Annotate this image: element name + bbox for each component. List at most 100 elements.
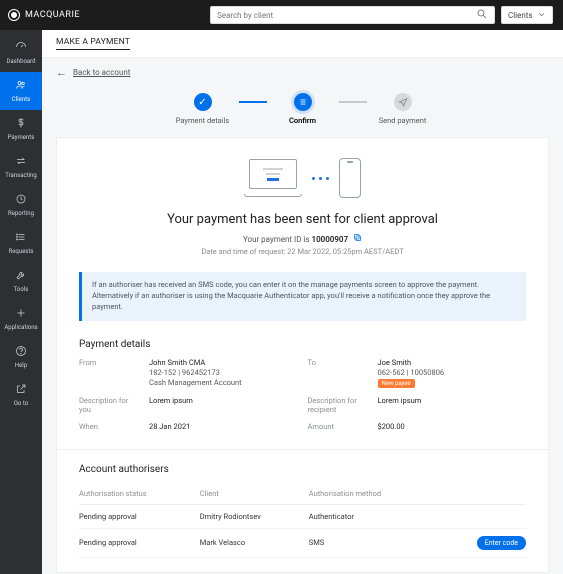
sidebar: Dashboard Clients Payments Transacting R… bbox=[0, 30, 42, 574]
search-input[interactable] bbox=[217, 11, 476, 20]
sidebar-item-label: Applications bbox=[4, 324, 37, 331]
back-link[interactable]: Back to account bbox=[73, 68, 130, 77]
from-account: 182-152 | 962452173 bbox=[149, 368, 298, 377]
brand-text: MACQUARIE bbox=[25, 10, 80, 20]
gauge-icon bbox=[15, 41, 27, 55]
step-confirm: Confirm bbox=[267, 93, 339, 125]
chevron-down-icon bbox=[537, 10, 546, 21]
label-amount: Amount bbox=[308, 422, 368, 431]
payment-id-line: Your payment ID is 10000907 bbox=[79, 233, 526, 244]
label-desc-you: Description for you bbox=[79, 396, 139, 414]
title-bar: MAKE A PAYMENT bbox=[42, 30, 563, 58]
payment-id: 10000907 bbox=[312, 235, 349, 244]
clock-icon bbox=[15, 193, 27, 207]
from-name: John Smith CMA bbox=[149, 358, 298, 367]
sidebar-item-goto[interactable]: Go to bbox=[0, 376, 42, 414]
details-title: Payment details bbox=[79, 339, 526, 350]
cell-method: Authenticator bbox=[309, 504, 438, 528]
to-name: Joe Smith bbox=[378, 358, 527, 367]
step-connector bbox=[239, 101, 267, 103]
sidebar-item-requests[interactable]: Requests bbox=[0, 224, 42, 262]
list-icon bbox=[294, 93, 312, 111]
dots-icon bbox=[312, 177, 329, 180]
sidebar-item-label: Payments bbox=[8, 134, 35, 141]
external-icon bbox=[15, 383, 27, 397]
people-icon bbox=[15, 79, 27, 93]
brand-logo: MACQUARIE bbox=[8, 9, 80, 21]
back-row: ← Back to account bbox=[42, 58, 563, 83]
top-bar: MACQUARIE Clients bbox=[0, 0, 563, 30]
value-desc-you: Lorem ipsum bbox=[149, 396, 298, 414]
step-label: Send payment bbox=[379, 116, 427, 125]
arrow-left-icon[interactable]: ← bbox=[56, 66, 67, 79]
send-icon bbox=[394, 93, 412, 111]
confirm-card: Your payment has been sent for client ap… bbox=[56, 137, 549, 573]
new-payee-badge: New payee bbox=[378, 379, 415, 388]
sidebar-item-label: Reporting bbox=[8, 210, 34, 217]
sidebar-item-label: Tools bbox=[14, 286, 29, 293]
step-label: Payment details bbox=[176, 116, 230, 125]
cell-action: Enter code bbox=[438, 528, 526, 557]
sidebar-item-payments[interactable]: Payments bbox=[0, 110, 42, 148]
sidebar-item-reporting[interactable]: Reporting bbox=[0, 186, 42, 224]
brand-circle-icon bbox=[8, 9, 20, 21]
illustration bbox=[79, 158, 526, 198]
list-icon bbox=[15, 231, 27, 245]
step-payment-details: ✓ Payment details bbox=[167, 93, 239, 125]
sidebar-item-label: Go to bbox=[14, 400, 28, 407]
cell-client: Mark Velasco bbox=[200, 528, 309, 557]
sidebar-item-applications[interactable]: Applications bbox=[0, 300, 42, 338]
timestamp: Date and time of request: 22 Mar 2022, 0… bbox=[79, 247, 526, 256]
value-when: 28 Jan 2021 bbox=[149, 422, 298, 431]
sidebar-item-tools[interactable]: Tools bbox=[0, 262, 42, 300]
copy-icon[interactable] bbox=[353, 235, 362, 244]
stepper: ✓ Payment details Confirm Send payment bbox=[42, 93, 563, 125]
enter-code-button[interactable]: Enter code bbox=[477, 536, 526, 550]
table-header-row: Authorisation status Client Authorisatio… bbox=[79, 483, 526, 505]
search-scope-dropdown[interactable]: Clients bbox=[501, 6, 553, 24]
step-label: Confirm bbox=[289, 116, 316, 125]
page-title: MAKE A PAYMENT bbox=[56, 37, 130, 50]
value-amount: $200.00 bbox=[378, 422, 527, 431]
col-method: Authorisation method bbox=[309, 483, 438, 505]
value-desc-rec: Lorem ipsum bbox=[378, 396, 527, 414]
scope-label: Clients bbox=[508, 11, 533, 20]
label-when: When bbox=[79, 422, 139, 431]
details-grid: From John Smith CMA 182-152 | 962452173 … bbox=[79, 358, 526, 431]
col-client: Client bbox=[200, 483, 309, 505]
authorisers-table: Authorisation status Client Authorisatio… bbox=[79, 483, 526, 558]
label-from: From bbox=[79, 358, 139, 388]
cell-method: SMS bbox=[309, 528, 438, 557]
sidebar-item-label: Help bbox=[15, 362, 27, 369]
search-wrap: Clients bbox=[210, 6, 553, 24]
authorisers-title: Account authorisers bbox=[79, 464, 526, 475]
sidebar-item-transacting[interactable]: Transacting bbox=[0, 148, 42, 186]
cell-action bbox=[438, 504, 526, 528]
sidebar-item-clients[interactable]: Clients bbox=[0, 72, 42, 110]
info-banner: If an authoriser has received an SMS cod… bbox=[79, 272, 526, 321]
sidebar-item-dashboard[interactable]: Dashboard bbox=[0, 34, 42, 72]
sidebar-item-label: Dashboard bbox=[6, 58, 35, 65]
main: MAKE A PAYMENT ← Back to account ✓ Payme… bbox=[42, 30, 563, 574]
sidebar-item-help[interactable]: Help bbox=[0, 338, 42, 376]
payment-id-label: Your payment ID is bbox=[243, 235, 312, 244]
col-status: Authorisation status bbox=[79, 483, 200, 505]
search-box[interactable] bbox=[210, 6, 495, 24]
value-from: John Smith CMA 182-152 | 962452173 Cash … bbox=[149, 358, 298, 388]
plus-icon bbox=[15, 307, 27, 321]
dollar-icon bbox=[15, 117, 27, 131]
question-icon bbox=[15, 345, 27, 359]
value-to: Joe Smith 062-562 | 10050806 New payee bbox=[378, 358, 527, 388]
transfer-icon bbox=[15, 155, 27, 169]
check-icon: ✓ bbox=[194, 93, 212, 111]
phone-icon bbox=[339, 158, 361, 198]
cell-client: Dmitry Rodiontsev bbox=[200, 504, 309, 528]
label-to: To bbox=[308, 358, 368, 388]
confirm-headline: Your payment has been sent for client ap… bbox=[79, 212, 526, 227]
table-row: Pending approval Dmitry Rodiontsev Authe… bbox=[79, 504, 526, 528]
sidebar-item-label: Transacting bbox=[5, 172, 36, 179]
wrench-icon bbox=[15, 269, 27, 283]
search-icon[interactable] bbox=[476, 8, 488, 23]
table-row: Pending approval Mark Velasco SMS Enter … bbox=[79, 528, 526, 557]
from-type: Cash Management Account bbox=[149, 378, 298, 387]
